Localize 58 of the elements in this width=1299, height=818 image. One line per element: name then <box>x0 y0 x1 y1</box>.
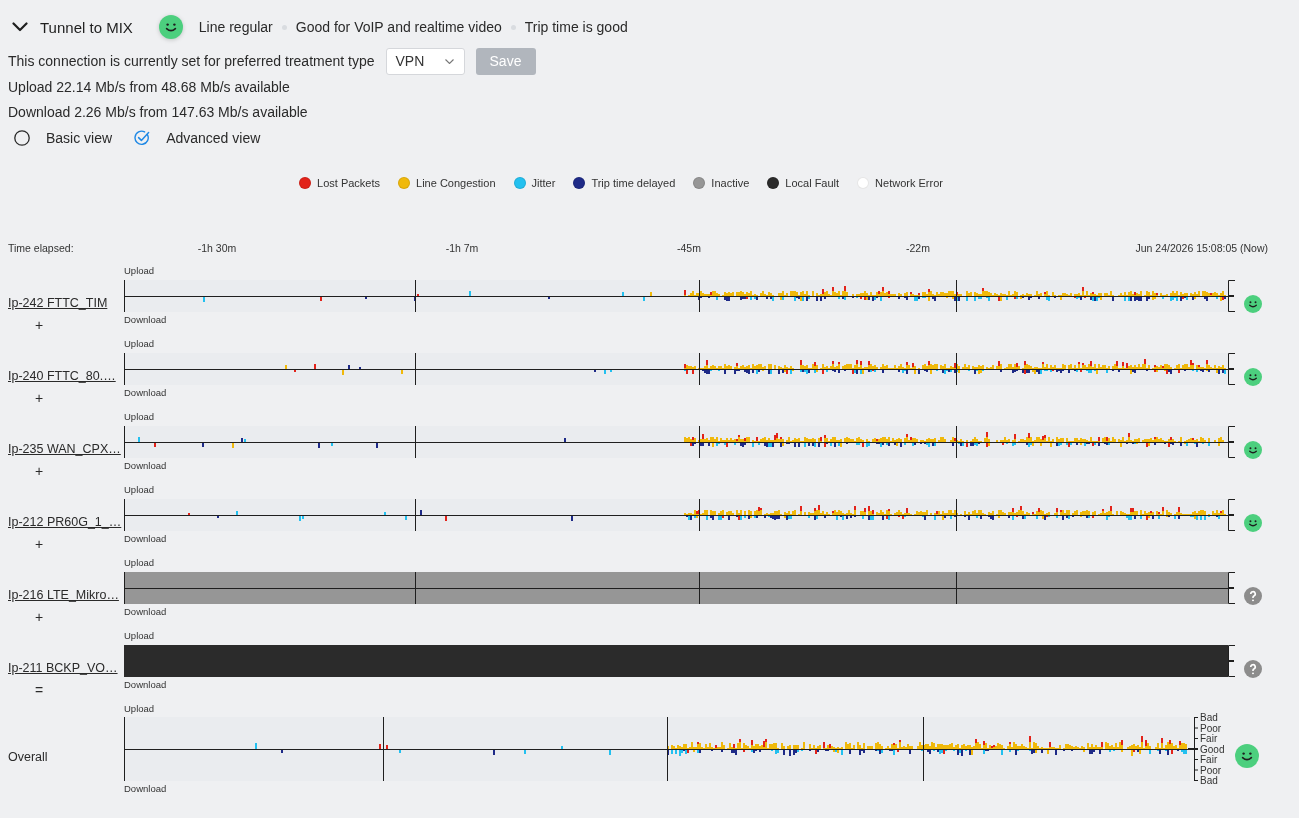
link-name[interactable]: Ip-216 LTE_Mikro… <box>8 588 119 602</box>
download-label: Download <box>124 606 167 618</box>
legend-label: Jitter <box>531 177 556 189</box>
view-option[interactable]: Basic view <box>14 129 113 146</box>
legend-label: Line Congestion <box>416 177 496 189</box>
throughput-text: Download 2.26 Mb/s from 147.63 Mb/s available <box>7 103 309 122</box>
axis-title: Time elapsed: <box>7 242 74 254</box>
legend-label: Lost Packets <box>317 177 381 189</box>
link-name[interactable]: Ip-242 FTTC_TIM <box>8 296 108 310</box>
download-label: Download <box>124 314 167 326</box>
scale-label: Poor <box>1200 765 1222 775</box>
download-label: Download <box>124 783 167 795</box>
time-label: -1h 30m <box>197 242 237 254</box>
operator-sign: + <box>35 461 44 481</box>
operator-sign: + <box>35 388 44 408</box>
upload-label: Upload <box>124 702 155 716</box>
download-label: Download <box>124 460 167 472</box>
upload-label: Upload <box>124 629 155 643</box>
scale-label: Bad <box>1200 713 1218 722</box>
status-note: Good for VoIP and realtime video <box>295 19 502 35</box>
overall-label: Overall <box>8 750 48 764</box>
upload-label: Upload <box>124 337 155 351</box>
legend-label: Inactive <box>711 177 750 189</box>
link-name[interactable]: Ip-240 FTTC_80.… <box>8 369 116 383</box>
time-label: -1h 7m <box>445 242 479 254</box>
download-label: Download <box>124 533 167 545</box>
treatment-select[interactable]: VPN <box>385 47 465 75</box>
operator-sign: + <box>35 534 44 554</box>
upload-label: Upload <box>124 264 155 278</box>
status-note: Trip time is good <box>524 19 628 35</box>
time-label: Jun 24/2026 15:08:05 (Now) <box>1135 242 1268 254</box>
scale-label: Fair <box>1200 755 1218 764</box>
time-label: -45m <box>677 242 701 254</box>
legend-label: Trip time delayed <box>591 177 676 189</box>
operator-sign: + <box>35 607 44 627</box>
panel-title: Tunnel to MIX <box>40 18 133 36</box>
time-label: -22m <box>906 242 930 254</box>
chevron-icon[interactable] <box>12 22 28 32</box>
operator-sign: = <box>35 680 44 700</box>
treatment-label: This connection is currently set for preferred treatment type <box>8 53 375 69</box>
scale-label: Poor <box>1200 723 1222 733</box>
status-note: Line regular <box>198 19 273 35</box>
legend-label: Local Fault <box>785 177 840 189</box>
download-label: Download <box>124 387 167 399</box>
link-name[interactable]: Ip-211 BCKP_VO… <box>8 661 118 675</box>
caret-icon <box>444 58 454 64</box>
scale-label: Bad <box>1200 776 1218 785</box>
scale-label: Fair <box>1200 734 1218 743</box>
upload-label: Upload <box>124 556 155 570</box>
link-name[interactable]: Ip-235 WAN_CPX… <box>8 442 121 456</box>
upload-label: Upload <box>124 483 155 497</box>
link-name[interactable]: Ip-212 PR60G_1_… <box>8 515 122 529</box>
operator-sign: + <box>35 315 44 335</box>
view-option[interactable]: Advanced view <box>134 129 261 146</box>
scale-label: Good <box>1200 744 1225 754</box>
download-label: Download <box>124 679 167 691</box>
upload-label: Upload <box>124 410 155 424</box>
throughput-text: Upload 22.14 Mb/s from 48.68 Mb/s available <box>7 78 291 97</box>
